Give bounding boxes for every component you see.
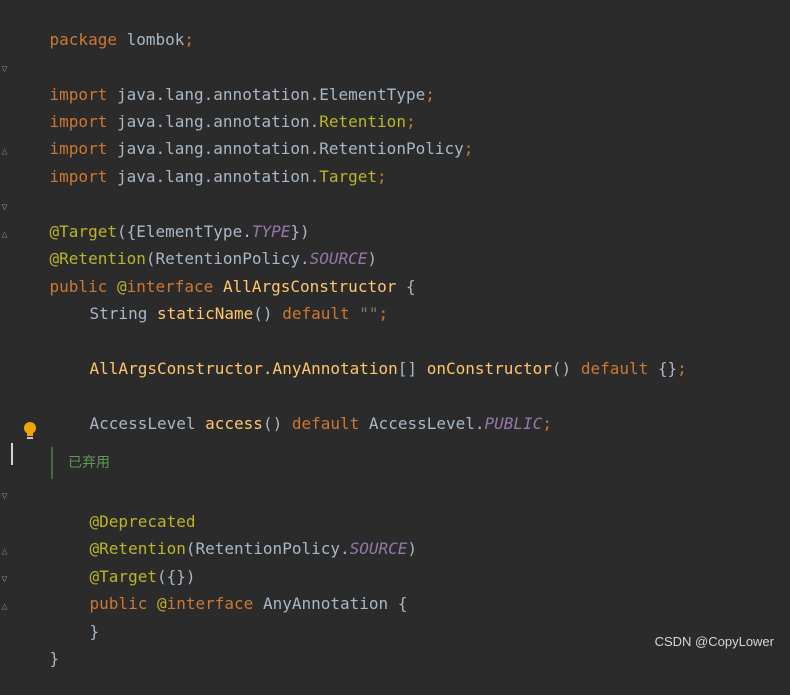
- code-line-import[interactable]: import java.lang.annotation.Retention;: [11, 86, 416, 131]
- text-caret: [11, 443, 13, 465]
- code-line-import[interactable]: import java.lang.annotation.Target;: [11, 141, 387, 186]
- fold-marker-icon[interactable]: ▽: [0, 64, 9, 76]
- code-line-on-constructor[interactable]: AllArgsConstructor.AnyAnnotation[] onCon…: [51, 333, 687, 378]
- code-line-inner-target[interactable]: @Target({}): [51, 541, 196, 586]
- keyword: interface: [166, 594, 254, 613]
- method-name: access: [205, 414, 263, 433]
- annotation-args: (RetentionPolicy.: [185, 539, 350, 558]
- semicolon: ;: [425, 85, 435, 104]
- interface-name: AnyAnnotation: [262, 594, 389, 613]
- fold-marker-icon[interactable]: ▽: [0, 491, 9, 503]
- fold-marker-icon[interactable]: △: [0, 546, 9, 558]
- method-name: staticName: [156, 304, 254, 323]
- string-literal: "": [359, 304, 379, 323]
- open-brace: {: [388, 594, 408, 613]
- code-line-inner-retention[interactable]: @Retention(RetentionPolicy.SOURCE): [51, 513, 418, 558]
- parens: (): [253, 304, 273, 323]
- import-class: Target: [319, 167, 378, 186]
- code-line-outer-close[interactable]: }: [11, 623, 60, 668]
- default-value: {}: [648, 359, 678, 378]
- parens: (): [551, 359, 572, 378]
- array-brackets: []: [397, 359, 418, 378]
- semicolon: ;: [377, 167, 387, 186]
- code-line-deprecated[interactable]: @Deprecated: [51, 486, 196, 531]
- code-line-access[interactable]: AccessLevel access() default AccessLevel…: [51, 388, 552, 433]
- type-name: String: [89, 304, 148, 323]
- fold-marker-icon[interactable]: ▽: [0, 574, 9, 586]
- parens: (): [262, 414, 283, 433]
- fold-marker-icon[interactable]: △: [0, 601, 9, 613]
- code-line-static-name[interactable]: String staticName() default "";: [51, 278, 389, 323]
- code-line-import[interactable]: import java.lang.annotation.RetentionPol…: [11, 113, 474, 158]
- keyword: package: [49, 30, 117, 49]
- method-name: onConstructor: [426, 359, 552, 378]
- fold-marker-icon[interactable]: △: [0, 146, 9, 158]
- annotation-close: ): [407, 539, 418, 558]
- type-name: AccessLevel: [89, 414, 196, 433]
- import-package: java.lang.annotation.: [107, 167, 320, 186]
- keyword: import: [49, 167, 108, 186]
- watermark: CSDN @CopyLower: [654, 634, 774, 649]
- code-line-inner-interface[interactable]: public @interface AnyAnnotation {: [51, 568, 408, 613]
- semicolon: ;: [677, 359, 687, 378]
- code-line-inner-close[interactable]: }: [51, 596, 100, 641]
- code-line-import[interactable]: import java.lang.annotation.ElementType;: [11, 59, 435, 104]
- semicolon: ;: [378, 304, 389, 323]
- enum-constant: PUBLIC: [484, 414, 543, 433]
- type-name: AllArgsConstructor.AnyAnnotation: [89, 359, 398, 378]
- semicolon: ;: [184, 30, 195, 49]
- semicolon: ;: [463, 139, 474, 158]
- semicolon: ;: [542, 414, 552, 433]
- code-editor[interactable]: ▽ △ ▽ △ ▽ △ ▽ △ package lombok; import j…: [0, 0, 790, 668]
- package-name: lombok: [116, 30, 185, 49]
- open-brace: {: [396, 277, 416, 296]
- fold-marker-icon[interactable]: ▽: [0, 202, 9, 214]
- at-sign: @: [156, 594, 167, 613]
- keyword: default: [291, 414, 360, 433]
- enum-constant: SOURCE: [349, 539, 408, 558]
- code-line-package[interactable]: package lombok;: [11, 4, 195, 49]
- keyword: default: [282, 304, 350, 323]
- keyword: default: [580, 359, 649, 378]
- code-line-interface-declaration[interactable]: public @interface AllArgsConstructor {: [11, 251, 416, 296]
- code-line-retention-annotation[interactable]: @Retention(RetentionPolicy.SOURCE): [11, 223, 378, 268]
- doc-comment-text[interactable]: 已弃用: [68, 451, 110, 475]
- close-brace: }: [89, 622, 100, 641]
- code-line-target-annotation[interactable]: @Target({ElementType.TYPE}): [11, 196, 310, 241]
- doc-comment-bar: [51, 447, 53, 479]
- enum-class: AccessLevel.: [368, 414, 485, 433]
- lightbulb-icon[interactable]: [22, 421, 38, 441]
- editor-gutter: ▽ △ ▽ △ ▽ △ ▽ △: [0, 0, 10, 659]
- fold-marker-icon[interactable]: △: [0, 229, 9, 241]
